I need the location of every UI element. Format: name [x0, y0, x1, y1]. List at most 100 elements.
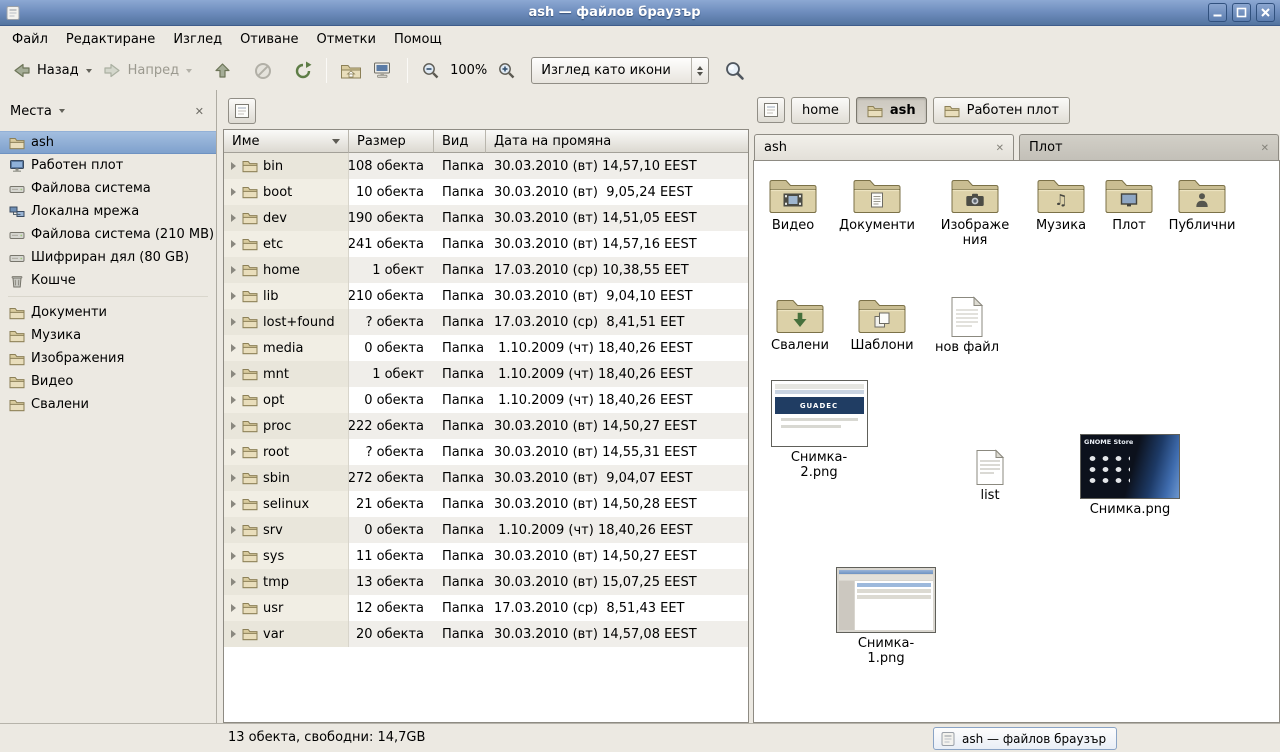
maximize-button[interactable] [1232, 3, 1251, 22]
reload-button[interactable] [288, 57, 318, 85]
file-item-snimka-1[interactable]: Снимка-1.png [833, 567, 939, 667]
taskbar-window-button[interactable]: ash — файлов браузър [933, 727, 1117, 750]
close-button[interactable] [1256, 3, 1275, 22]
sidebar-item-videos[interactable]: Видео [0, 370, 216, 393]
table-row[interactable]: home1 обектПапка17.03.2010 (ср) 10,38,55… [224, 257, 748, 283]
table-row[interactable]: mnt1 обектПапка 1.10.2009 (чт) 18,40,26 … [224, 361, 748, 387]
computer-button[interactable] [367, 57, 399, 84]
minimize-button[interactable] [1208, 3, 1227, 22]
menu-edit[interactable]: Редактиране [57, 29, 164, 50]
expander-icon[interactable] [231, 578, 236, 586]
table-row[interactable]: lost+found? обектаПапка17.03.2010 (ср) 8… [224, 309, 748, 335]
sidebar-item-documents[interactable]: Документи [0, 301, 216, 324]
column-header[interactable]: Вид [434, 130, 486, 153]
folder-item-templates[interactable]: Шаблони [836, 294, 928, 354]
table-row[interactable]: dev190 обектаПапка30.03.2010 (вт) 14,51,… [224, 205, 748, 231]
column-header[interactable]: Размер [349, 130, 434, 153]
table-row[interactable]: sys11 обектаПапка30.03.2010 (вт) 14,50,2… [224, 543, 748, 569]
table-row[interactable]: media0 обектаПапка 1.10.2009 (чт) 18,40,… [224, 335, 748, 361]
spinner-arrows-icon[interactable] [691, 58, 708, 83]
view-mode-select[interactable]: Изглед като икони [531, 57, 709, 84]
breadcrumb-ash[interactable]: ash [856, 97, 927, 124]
folder-item-pictures[interactable]: Изображения [929, 174, 1021, 249]
folder-item-video[interactable]: Видео [747, 174, 839, 234]
expander-icon[interactable] [231, 344, 236, 352]
expander-icon[interactable] [231, 526, 236, 534]
table-row[interactable]: lib210 обектаПапка30.03.2010 (вт) 9,04,1… [224, 283, 748, 309]
expander-icon[interactable] [231, 162, 236, 170]
titlebar[interactable]: ash — файлов браузър [0, 0, 1280, 26]
expander-icon[interactable] [231, 422, 236, 430]
sidebar-item-music[interactable]: Музика [0, 324, 216, 347]
table-row[interactable]: bin108 обектаПапка30.03.2010 (вт) 14,57,… [224, 153, 748, 179]
expander-icon[interactable] [231, 370, 236, 378]
pane-toggle-button[interactable] [757, 97, 785, 123]
expander-icon[interactable] [231, 292, 236, 300]
expander-icon[interactable] [231, 500, 236, 508]
expander-icon[interactable] [231, 266, 236, 274]
table-row[interactable]: selinux21 обектаПапка30.03.2010 (вт) 14,… [224, 491, 748, 517]
search-button[interactable] [719, 56, 750, 85]
up-button[interactable] [207, 56, 238, 85]
table-row[interactable]: srv0 обектаПапка 1.10.2009 (чт) 18,40,26… [224, 517, 748, 543]
stop-button[interactable] [248, 57, 278, 85]
expander-icon[interactable] [231, 448, 236, 456]
menu-file[interactable]: Файл [3, 29, 57, 50]
column-header[interactable]: Име [224, 130, 349, 153]
expander-icon[interactable] [231, 552, 236, 560]
back-history-dropdown-icon[interactable] [86, 69, 92, 73]
zoom-out-button[interactable] [416, 57, 445, 84]
file-item-list[interactable]: list [950, 449, 1030, 504]
folder-item-downloads[interactable]: Свалени [754, 294, 846, 354]
back-button[interactable]: Назад [6, 56, 97, 85]
tab-ash[interactable]: ash [754, 134, 1014, 160]
sidebar-item-filesystem[interactable]: Файлова система [0, 177, 216, 200]
icon-view[interactable]: ВидеоДокументиИзображения♫МузикаПлотПубл… [753, 160, 1280, 723]
sidebar-item-encrypted-80gb[interactable]: Шифриран дял (80 GB) [0, 246, 216, 269]
menu-view[interactable]: Изглед [164, 29, 231, 50]
sidebar-item-pictures[interactable]: Изображения [0, 347, 216, 370]
table-row[interactable]: var20 обектаПапка30.03.2010 (вт) 14,57,0… [224, 621, 748, 647]
forward-button[interactable]: Напред [97, 56, 197, 85]
table-row[interactable]: boot10 обектаПапка30.03.2010 (вт) 9,05,2… [224, 179, 748, 205]
sidebar-dropdown-icon[interactable] [59, 109, 65, 113]
folder-item-documents[interactable]: Документи [831, 174, 923, 234]
table-row[interactable]: opt0 обектаПапка 1.10.2009 (чт) 18,40,26… [224, 387, 748, 413]
breadcrumb-desktop[interactable]: Работен плот [933, 97, 1070, 124]
expander-icon[interactable] [231, 604, 236, 612]
table-row[interactable]: tmp13 обектаПапка30.03.2010 (вт) 15,07,2… [224, 569, 748, 595]
expander-icon[interactable] [231, 214, 236, 222]
sidebar-item-ash[interactable]: ash [0, 131, 216, 154]
tab-plot[interactable]: Плот [1019, 134, 1279, 160]
expander-icon[interactable] [231, 188, 236, 196]
expander-icon[interactable] [231, 474, 236, 482]
sidebar-item-trash[interactable]: Кошче [0, 269, 216, 292]
sidebar-item-network[interactable]: Локална мрежа [0, 200, 216, 223]
menu-help[interactable]: Помощ [385, 29, 451, 50]
table-row[interactable]: sbin272 обектаПапка30.03.2010 (вт) 9,04,… [224, 465, 748, 491]
sidebar-item-desktop[interactable]: Работен плот [0, 154, 216, 177]
expander-icon[interactable] [231, 396, 236, 404]
zoom-in-button[interactable] [492, 57, 521, 84]
close-icon[interactable] [996, 140, 1004, 155]
sidebar-close-icon[interactable] [195, 104, 204, 119]
menu-bookmarks[interactable]: Отметки [307, 29, 384, 50]
column-header[interactable]: Дата на промяна [486, 130, 748, 153]
file-item-new-file[interactable]: нов файл [927, 296, 1007, 356]
sidebar-item-filesystem-210mb[interactable]: Файлова система (210 MB) [0, 223, 216, 246]
table-row[interactable]: usr12 обектаПапка17.03.2010 (ср) 8,51,43… [224, 595, 748, 621]
close-icon[interactable] [1261, 140, 1269, 155]
table-row[interactable]: etc241 обектаПапка30.03.2010 (вт) 14,57,… [224, 231, 748, 257]
expander-icon[interactable] [231, 240, 236, 248]
expander-icon[interactable] [231, 318, 236, 326]
table-row[interactable]: root? обектаПапка30.03.2010 (вт) 14,55,3… [224, 439, 748, 465]
home-button[interactable] [335, 58, 367, 84]
expander-icon[interactable] [231, 630, 236, 638]
breadcrumb-home[interactable]: home [791, 97, 850, 124]
sidebar-title[interactable]: Места [10, 104, 52, 119]
file-item-snimka-2[interactable]: GUADECСнимка-2.png [768, 380, 871, 481]
file-item-snimka[interactable]: GNOME StoreСнимка.png [1077, 434, 1183, 518]
table-row[interactable]: proc222 обектаПапка30.03.2010 (вт) 14,50… [224, 413, 748, 439]
menu-go[interactable]: Отиване [231, 29, 307, 50]
sidebar-item-downloads[interactable]: Свалени [0, 393, 216, 416]
